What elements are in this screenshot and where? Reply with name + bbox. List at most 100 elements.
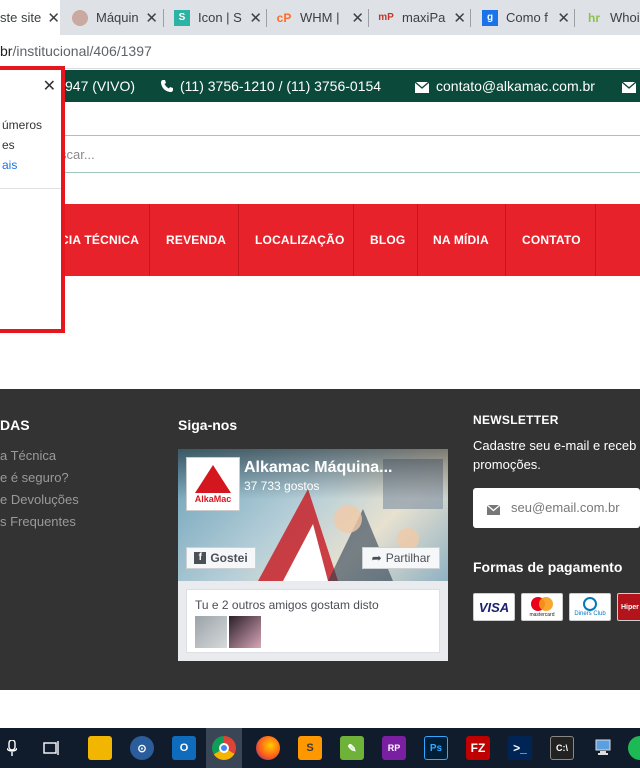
tab-whm[interactable]: cP WHM | ✕ [272, 0, 364, 35]
tab-title: Whois [610, 10, 640, 25]
chrome-icon[interactable] [212, 736, 236, 760]
close-icon[interactable]: ✕ [249, 9, 262, 27]
task-view-icon[interactable] [40, 736, 64, 760]
phone-numbers[interactable]: (11) 3756-1210 / (11) 3756-0154 [180, 78, 381, 94]
newsletter-email-field[interactable]: seu@email.com.br [473, 488, 640, 528]
photoshop-icon[interactable]: Ps [424, 736, 448, 760]
nav-separator [238, 204, 239, 276]
powershell-icon[interactable]: >_ [508, 736, 532, 760]
card-label: Hiper [621, 603, 639, 611]
nav-localizacao[interactable]: LOCALIZAÇÃO [255, 204, 345, 276]
url-text[interactable]: br/institucional/406/1397 [0, 43, 152, 59]
diners-card-icon: Diners Club [569, 593, 611, 621]
file-explorer-icon[interactable] [88, 736, 112, 760]
tab-como[interactable]: g Como f ✕ [478, 0, 570, 35]
contact-bar: 947 (VIVO) (11) 3756-1210 / (11) 3756-01… [0, 70, 640, 102]
nav-separator [505, 204, 506, 276]
friends-like-text: Tu e 2 outros amigos gostam disto [195, 598, 379, 612]
tab-title: Máquin [96, 10, 139, 25]
nav-separator [353, 204, 354, 276]
facebook-share-button[interactable]: ➦ Partilhar [362, 547, 440, 569]
outlook-icon[interactable]: O [172, 736, 196, 760]
hr-favicon-icon: hr [588, 10, 600, 25]
phone-vivo[interactable]: 947 (VIVO) [65, 78, 135, 94]
avatar[interactable] [195, 616, 227, 648]
close-icon[interactable]: ✕ [453, 9, 466, 27]
popup-text: úmeros [2, 118, 43, 132]
tab-maquinas[interactable]: Máquin ✕ [68, 0, 158, 35]
search-border-bottom [0, 172, 640, 173]
envelope-icon [414, 80, 430, 96]
url-path: /institucional/406/1397 [12, 43, 152, 59]
tab-title: Como f [506, 10, 548, 25]
contact-email[interactable]: contato@alkamac.com.br [436, 78, 595, 94]
filezilla-icon[interactable]: FZ [466, 736, 490, 760]
tab-whois[interactable]: hr Whois [582, 0, 640, 35]
notepad-plus-icon[interactable]: ✎ [340, 736, 364, 760]
nav-revenda[interactable]: REVENDA [166, 204, 226, 276]
tab-separator [368, 9, 369, 27]
facebook-page-name[interactable]: Alkamac Máquina... [244, 459, 393, 477]
close-icon[interactable]: ✕ [43, 76, 56, 96]
avatar[interactable] [229, 616, 261, 648]
firefox-icon[interactable] [256, 736, 280, 760]
tab-separator [470, 9, 471, 27]
command-prompt-icon[interactable]: C:\ [550, 736, 574, 760]
facebook-like-button[interactable]: f Gostei [186, 547, 256, 569]
footer-link[interactable]: a Técnica [0, 448, 56, 463]
footer-link[interactable]: s Frequentes [0, 514, 76, 529]
cpanel-favicon-icon: cP [276, 10, 292, 25]
footer-link[interactable]: e é seguro? [0, 470, 69, 485]
nav-contato[interactable]: CONTATO [522, 204, 581, 276]
facebook-friends-box: Tu e 2 outros amigos gostam disto [186, 589, 440, 653]
facebook-like-count: 37 733 gostos [244, 479, 320, 493]
tab-title: maxiPa [402, 10, 446, 25]
s-favicon-icon: S [174, 9, 190, 26]
nav-blog[interactable]: BLOG [370, 204, 405, 276]
keepass-icon[interactable]: ⊙ [130, 736, 154, 760]
tab-active[interactable]: ste site ✕ [0, 0, 60, 35]
avatar-favicon-icon [72, 9, 88, 26]
nav-separator [417, 204, 418, 276]
footer-link[interactable]: e Devoluções [0, 492, 79, 507]
logo-text: AlkaMac [194, 493, 232, 504]
sublime-text-icon[interactable]: S [298, 736, 322, 760]
close-icon[interactable]: ✕ [47, 9, 60, 27]
close-icon[interactable]: ✕ [145, 9, 158, 27]
payment-heading: Formas de pagamento [473, 559, 623, 575]
alkamac-logo[interactable]: AlkaMac [186, 457, 240, 511]
like-label: Gostei [210, 551, 248, 565]
facebook-icon: f [194, 552, 207, 564]
popup-dialog: ✕ úmeros es ais [0, 66, 65, 333]
close-icon[interactable]: ✕ [557, 9, 570, 27]
tab-icon[interactable]: S Icon | S ✕ [170, 0, 262, 35]
visa-card-icon: VISA [473, 593, 515, 621]
email-placeholder: seu@email.com.br [511, 500, 620, 515]
g-favicon-icon: g [482, 9, 498, 26]
search-input[interactable]: scar... [60, 147, 95, 162]
address-bar[interactable]: br/institucional/406/1397 [0, 35, 640, 69]
tab-title: WHM | [300, 10, 340, 25]
popup-link[interactable]: ais [2, 158, 17, 172]
nav-na-midia[interactable]: NA MÍDIA [433, 204, 489, 276]
envelope-icon [486, 502, 501, 520]
footer-heading: Siga-nos [178, 417, 238, 433]
footer-heading: DAS [0, 417, 30, 433]
network-computer-icon[interactable] [592, 736, 616, 760]
rp-app-icon[interactable]: RP [382, 736, 406, 760]
tab-title: ste site [0, 10, 42, 25]
main-nav: CIA TÉCNICA REVENDA LOCALIZAÇÃO BLOG NA … [0, 204, 640, 276]
share-label: Partilhar [385, 551, 431, 565]
microphone-icon[interactable] [0, 736, 24, 760]
footer: DAS a Técnica e é seguro? e Devoluções s… [0, 389, 640, 690]
close-icon[interactable]: ✕ [351, 9, 364, 27]
spotify-icon[interactable] [628, 736, 640, 760]
card-label: mastercard [529, 612, 555, 618]
taskbar: ⊙ O S ✎ RP Ps FZ >_ C:\ [0, 728, 640, 768]
tab-separator [163, 9, 164, 27]
nav-assistencia-tecnica[interactable]: CIA TÉCNICA [60, 204, 139, 276]
mastercard-card-icon: mastercard [521, 593, 563, 621]
tab-maxipago[interactable]: mP maxiPa ✕ [374, 0, 466, 35]
tab-separator [574, 9, 575, 27]
popup-divider [0, 188, 61, 189]
